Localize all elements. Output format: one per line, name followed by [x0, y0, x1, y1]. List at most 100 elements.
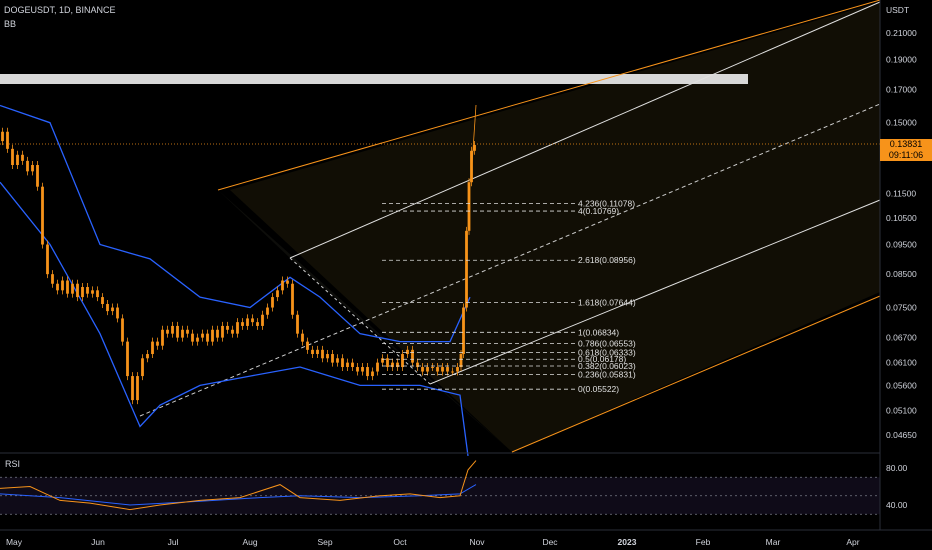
candle-body [176, 325, 179, 338]
x-tick-label: Jun [91, 537, 105, 547]
candle-body [271, 297, 274, 308]
fib-level-label: 4(0.10769) [578, 206, 619, 216]
candle-body [186, 329, 189, 334]
y-tick-label: 0.05600 [886, 380, 917, 390]
y-tick-label: 0.17000 [886, 84, 917, 94]
candle-body [326, 354, 329, 359]
candle-body [81, 287, 84, 298]
countdown-tag: 09:11:06 [880, 150, 932, 161]
candle-body [221, 325, 224, 338]
candle-body [141, 358, 144, 377]
candle-body [459, 354, 463, 368]
indicator-label-rsi[interactable]: RSI [5, 459, 20, 469]
symbol-title: DOGEUSDT, 1D, BINANCE [4, 5, 116, 15]
candle-body [11, 148, 14, 166]
fib-level-label: 0.236(0.05831) [578, 370, 636, 380]
candle-body [26, 160, 29, 172]
candle-body [96, 290, 99, 298]
candle-body [346, 362, 349, 368]
candle-body [246, 318, 249, 326]
x-tick-label: Mar [766, 537, 781, 547]
y-tick-label: 0.21000 [886, 28, 917, 38]
candle-body [276, 290, 279, 298]
candle-body [441, 367, 444, 372]
candle-body [151, 341, 154, 355]
candle-body [211, 329, 214, 342]
y-tick-label: 0.19000 [886, 55, 917, 65]
candle-body [111, 307, 114, 312]
x-tick-label: Nov [469, 537, 485, 547]
x-tick-label: 2023 [618, 537, 637, 547]
fib-level-label: 0(0.05522) [578, 384, 619, 394]
candle-body [406, 349, 409, 355]
candle-body [371, 371, 374, 377]
x-tick-label: May [6, 537, 23, 547]
candle-body [301, 333, 304, 342]
price-chart[interactable]: 4.236(0.11078)4(0.10769)2.618(0.08956)1.… [0, 0, 932, 550]
candle-body [356, 367, 359, 372]
candle-body [421, 367, 424, 372]
candle-body [216, 329, 219, 338]
y-tick-label: 0.09500 [886, 240, 917, 250]
candle-body [56, 283, 59, 291]
candle-body [36, 165, 39, 187]
rsi-panel: 80.00 40.00 [0, 460, 908, 515]
candle-body [41, 186, 44, 245]
candle-body [331, 354, 334, 363]
candle-body [467, 182, 471, 231]
x-tick-label: Jul [168, 537, 179, 547]
candle-body [51, 274, 54, 284]
candle-body [361, 367, 364, 372]
candle-body [171, 325, 174, 334]
candle-body [286, 280, 289, 284]
y-tick-label: 0.08500 [886, 269, 917, 279]
candle-body [376, 362, 379, 372]
y-tick-label: 0.06700 [886, 333, 917, 343]
y-tick-label: 0.06100 [886, 358, 917, 368]
resistance-zone [0, 74, 748, 84]
candle-body [86, 287, 89, 294]
candle-body [191, 333, 194, 342]
candle-body [126, 341, 129, 377]
rsi-tick-label: 80.00 [886, 463, 908, 473]
candle-body [131, 376, 134, 401]
pitchfork-fill [230, 2, 880, 452]
x-tick-label: Oct [393, 537, 407, 547]
candle-body [106, 304, 109, 312]
candle-body [231, 329, 234, 334]
candle-body [196, 337, 199, 342]
candle-body [91, 290, 94, 294]
candle-body [351, 362, 354, 368]
candle-body [366, 367, 369, 377]
candle-body [311, 349, 314, 355]
candle-body [256, 322, 259, 326]
candle-body [21, 154, 24, 161]
y-axis-label: USDT [886, 5, 909, 15]
candle-body [206, 333, 209, 342]
candle-body [66, 280, 69, 294]
fib-level-label: 1.618(0.07644) [578, 297, 636, 307]
candle-body [226, 325, 229, 330]
candle-body [436, 367, 439, 372]
candle-body [386, 358, 389, 368]
candle-body [451, 371, 454, 373]
candle-body [281, 280, 284, 291]
candle-body [121, 318, 124, 342]
indicator-label-bb[interactable]: BB [4, 19, 16, 29]
candle-body [431, 367, 434, 369]
candle-body [1, 131, 4, 142]
fib-level-label: 2.618(0.08956) [578, 255, 636, 265]
rsi-tick-label: 40.00 [886, 500, 908, 510]
candle-body [71, 283, 74, 294]
candle-body [446, 367, 449, 372]
candle-body [411, 349, 414, 363]
y-tick-label: 0.04650 [886, 430, 917, 440]
x-tick-label: Aug [242, 537, 257, 547]
candle-body [251, 318, 254, 323]
candle-body [161, 329, 164, 346]
candle-body [261, 314, 264, 326]
x-tick-label: Dec [542, 537, 558, 547]
last-price-tag: 0.13831 [880, 139, 932, 150]
candle-body [136, 376, 139, 401]
candle-body [76, 283, 79, 298]
